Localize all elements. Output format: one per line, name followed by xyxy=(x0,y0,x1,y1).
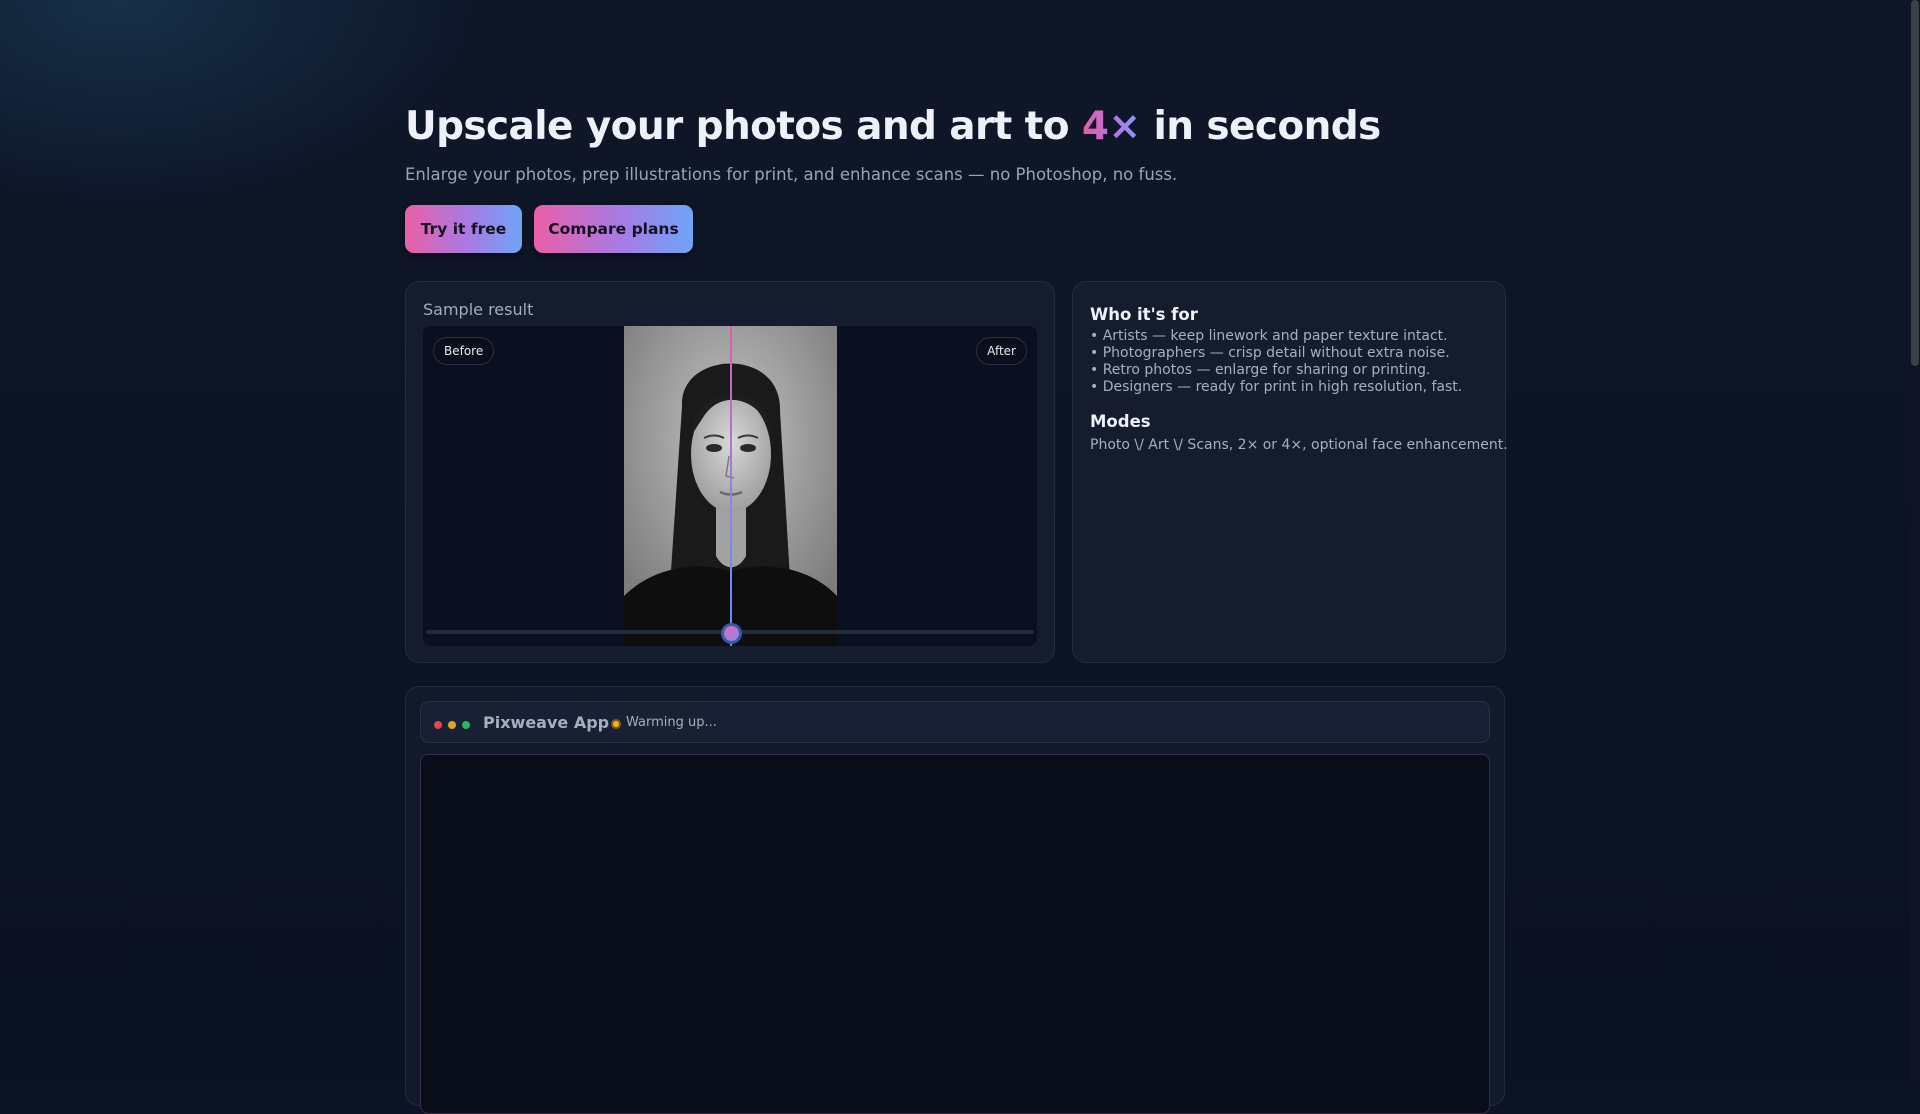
list-item: • Artists — keep linework and paper text… xyxy=(1090,328,1448,344)
app-canvas[interactable] xyxy=(420,754,1490,1114)
app-title: Pixweave App xyxy=(483,713,610,732)
hero-title-accent: 4× xyxy=(1081,104,1141,149)
list-item: • Photographers — crisp detail without e… xyxy=(1090,345,1450,361)
list-item: • Designers — ready for print in high re… xyxy=(1090,379,1463,395)
before-chip: Before xyxy=(433,337,495,365)
hero-title-prefix: Upscale your photos and art to xyxy=(405,104,1082,149)
window-minimize-dot-icon xyxy=(448,721,456,729)
audience-info-card: Who it's for • Artists — keep linework a… xyxy=(1072,281,1508,663)
hero-title: Upscale your photos and art to 4× in sec… xyxy=(405,104,1381,149)
page-scrollbar[interactable] xyxy=(1910,0,1920,1080)
after-chip: After xyxy=(976,337,1027,365)
who-its-for-list: • Artists — keep linework and paper text… xyxy=(1090,328,1462,396)
sample-result-card: Sample result Before After xyxy=(405,281,1055,663)
hero-subtitle: Enlarge your photos, prep illustrations … xyxy=(405,165,1178,184)
modes-description: Photo \/ Art \/ Scans, 2× or 4×, optiona… xyxy=(1090,437,1508,453)
before-after-compare[interactable]: Before After xyxy=(423,326,1037,646)
modes-heading: Modes xyxy=(1090,412,1151,431)
list-item: • Retro photos — enlarge for sharing or … xyxy=(1090,362,1431,378)
app-title-bar: Pixweave App Warming up... xyxy=(420,701,1490,743)
scrollbar-thumb[interactable] xyxy=(1911,0,1919,366)
who-its-for-heading: Who it's for xyxy=(1090,305,1198,324)
hero-title-suffix: in seconds xyxy=(1140,104,1381,149)
compare-slider-handle[interactable] xyxy=(721,623,742,644)
app-status-text: Warming up... xyxy=(626,715,717,730)
app-embed-frame: Pixweave App Warming up... xyxy=(405,686,1505,1114)
compare-plans-button[interactable]: Compare plans xyxy=(534,205,693,253)
status-indicator-icon xyxy=(611,719,621,729)
compare-divider xyxy=(730,326,732,646)
window-maximize-dot-icon xyxy=(462,721,470,729)
window-close-dot-icon xyxy=(434,721,442,729)
try-it-free-button[interactable]: Try it free xyxy=(405,205,522,253)
sample-result-label: Sample result xyxy=(423,300,534,319)
